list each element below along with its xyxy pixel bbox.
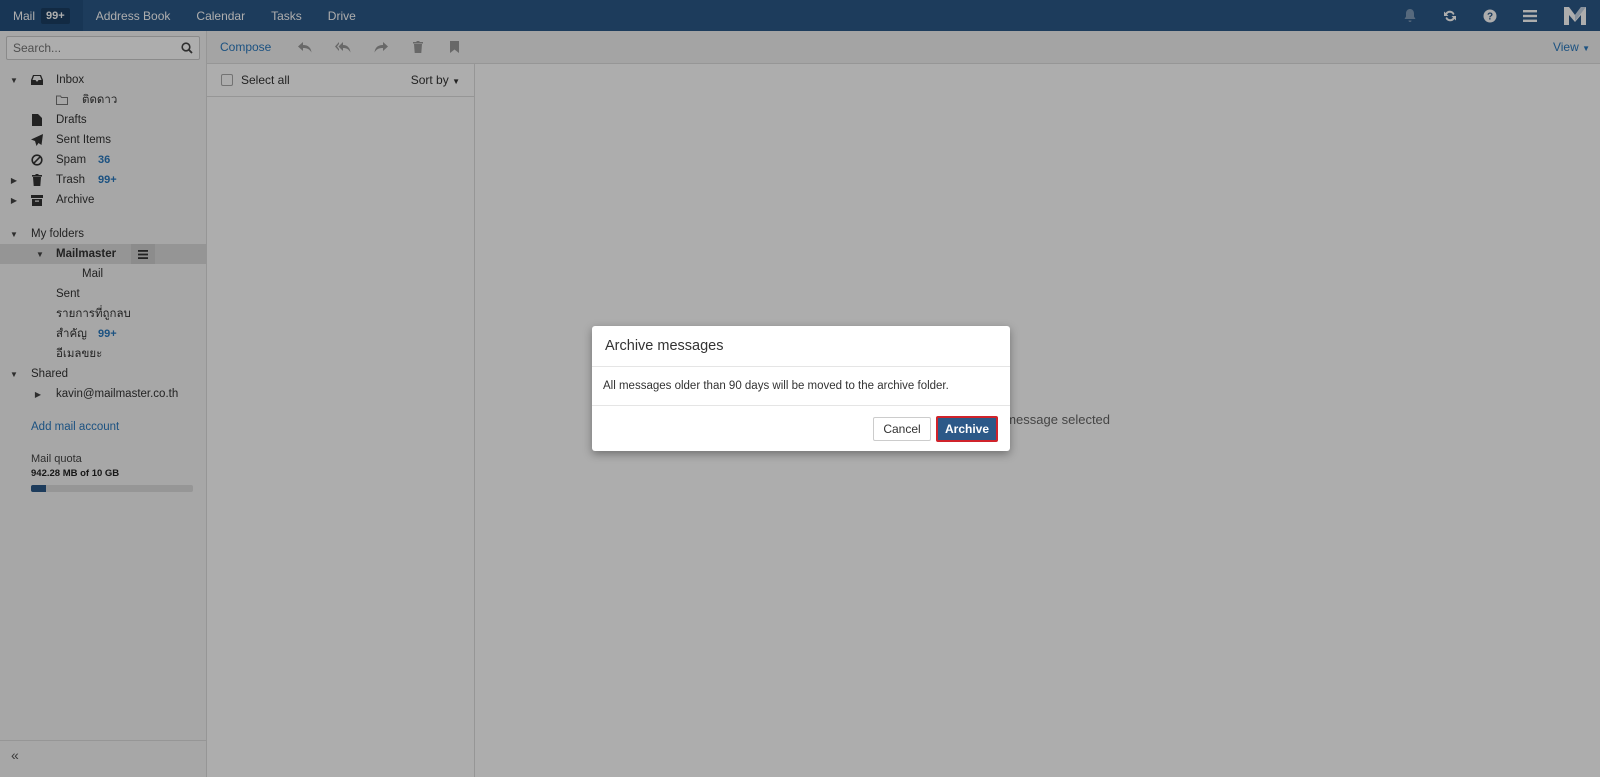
dialog-divider xyxy=(592,366,1010,367)
archive-button[interactable]: Archive xyxy=(936,416,998,442)
dialog-divider xyxy=(592,405,1010,406)
cancel-button[interactable]: Cancel xyxy=(873,417,931,441)
dialog-title: Archive messages xyxy=(605,338,724,354)
dialog-message: All messages older than 90 days will be … xyxy=(603,380,949,392)
archive-dialog: Archive messages All messages older than… xyxy=(592,326,1010,451)
